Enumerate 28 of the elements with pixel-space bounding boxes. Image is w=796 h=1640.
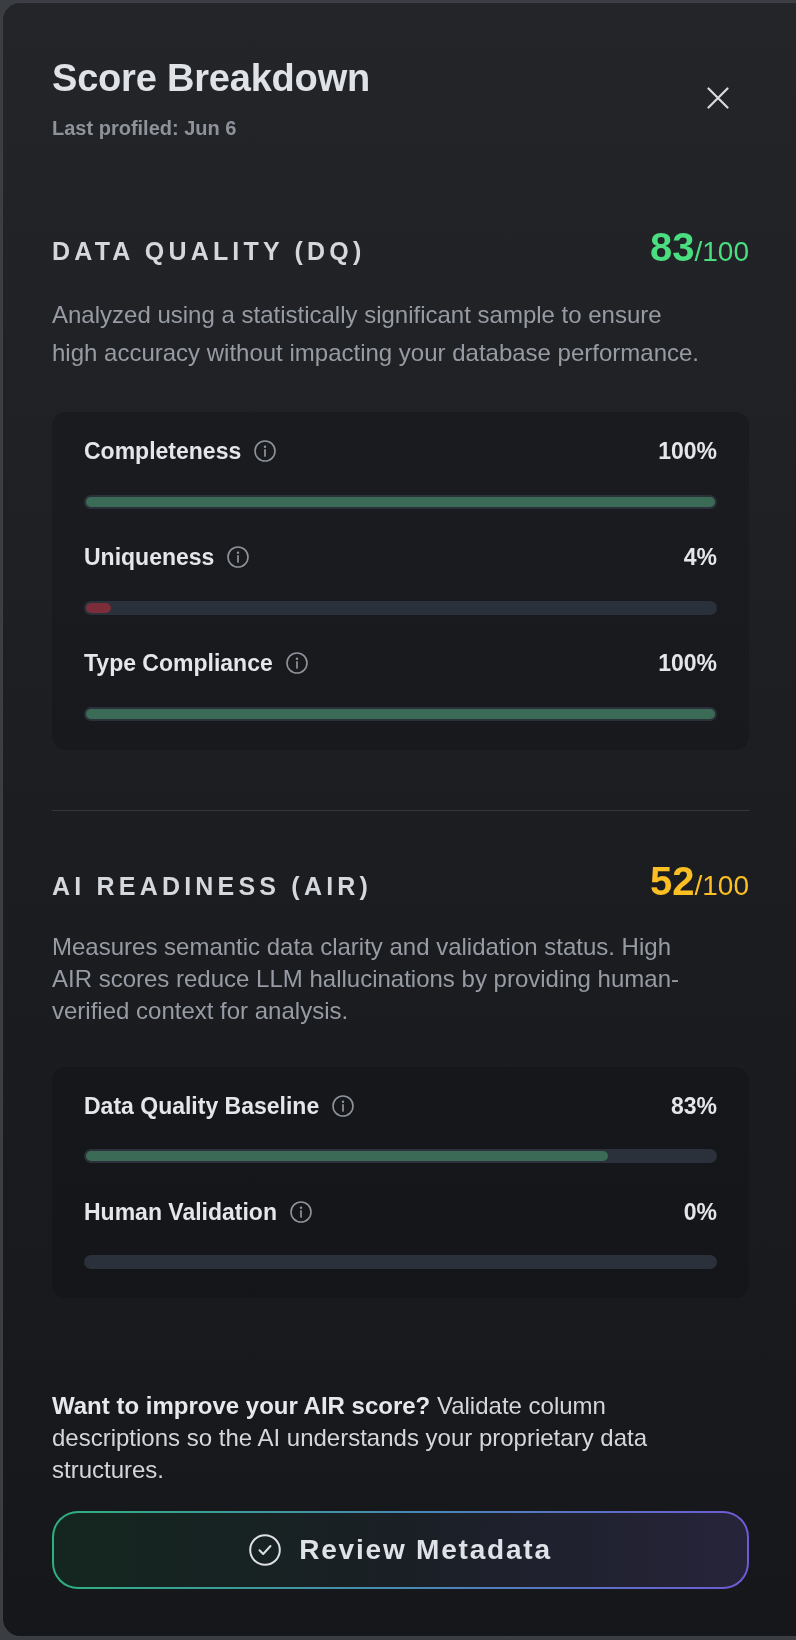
- section-heading: AI READINESS (AIR): [52, 870, 373, 901]
- check-circle-icon: [249, 1534, 282, 1566]
- close-icon: [707, 87, 729, 109]
- section-description: Measures semantic data clarity and validation status. High AIR scores reduce LLM hallucinations by providing human-verified context for analysis.: [52, 931, 680, 1026]
- metric-label: Uniqueness: [84, 543, 215, 572]
- metric-value: 100%: [658, 437, 717, 466]
- panel-title: Score Breakdown: [52, 56, 370, 100]
- info-icon[interactable]: [254, 440, 277, 462]
- metric-value: 100%: [658, 649, 717, 678]
- review-button[interactable]: Review Metadata: [52, 1511, 749, 1589]
- tip-text: Want to improve your AIR score? Validate column descriptions so the AI understands your proprietary data structures.: [52, 1390, 648, 1485]
- metric-value: 83%: [670, 1091, 717, 1121]
- metric-value: 4%: [683, 543, 717, 572]
- section-heading: DATA QUALITY (DQ): [52, 236, 366, 266]
- score-value: 52/100: [650, 859, 749, 905]
- score-value: 83/100: [650, 224, 749, 271]
- metric-label: Data Quality Baseline: [84, 1091, 320, 1121]
- info-icon[interactable]: [290, 1200, 312, 1223]
- metric-label: Completeness: [84, 437, 242, 466]
- metric-label: Type Compliance: [84, 649, 273, 678]
- last-profiled-text: Last profiled: Jun 6: [52, 116, 238, 140]
- metric-label: Human Validation: [84, 1197, 277, 1227]
- info-icon[interactable]: [285, 652, 308, 674]
- section-description: Analyzed using a statistically significant sample to ensure high accuracy without impacting your database performance.: [52, 300, 700, 368]
- metric-value: 0%: [683, 1197, 717, 1227]
- info-icon[interactable]: [332, 1094, 355, 1117]
- close-button[interactable]: [707, 87, 729, 109]
- info-icon[interactable]: [227, 546, 250, 568]
